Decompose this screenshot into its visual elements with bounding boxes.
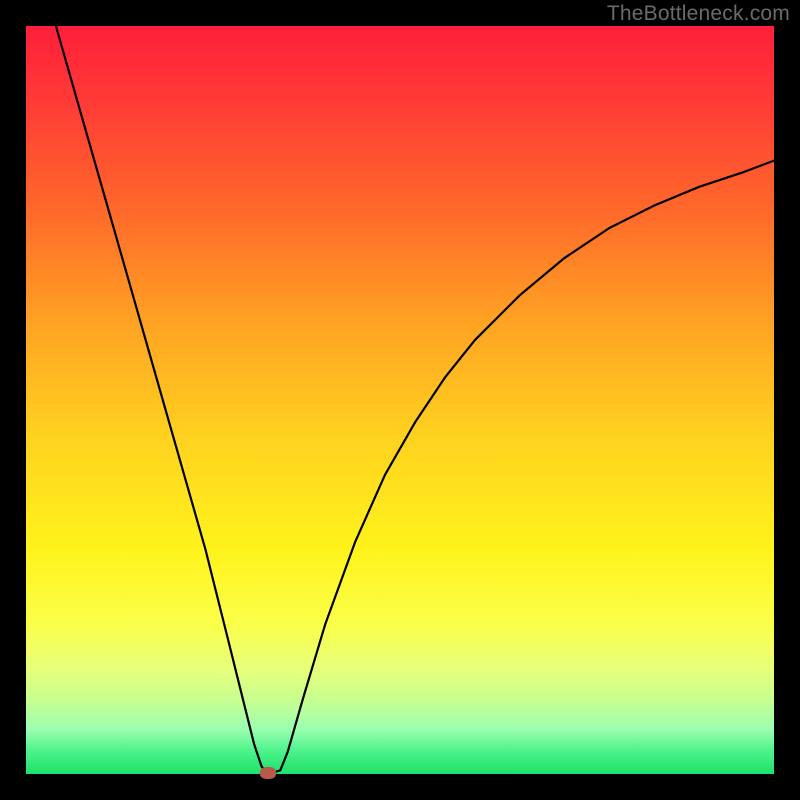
watermark-text: TheBottleneck.com bbox=[607, 2, 790, 26]
chart-frame: TheBottleneck.com bbox=[0, 0, 800, 800]
minimum-marker bbox=[260, 767, 276, 779]
bottleneck-curve bbox=[26, 26, 774, 774]
plot-area bbox=[26, 26, 774, 774]
